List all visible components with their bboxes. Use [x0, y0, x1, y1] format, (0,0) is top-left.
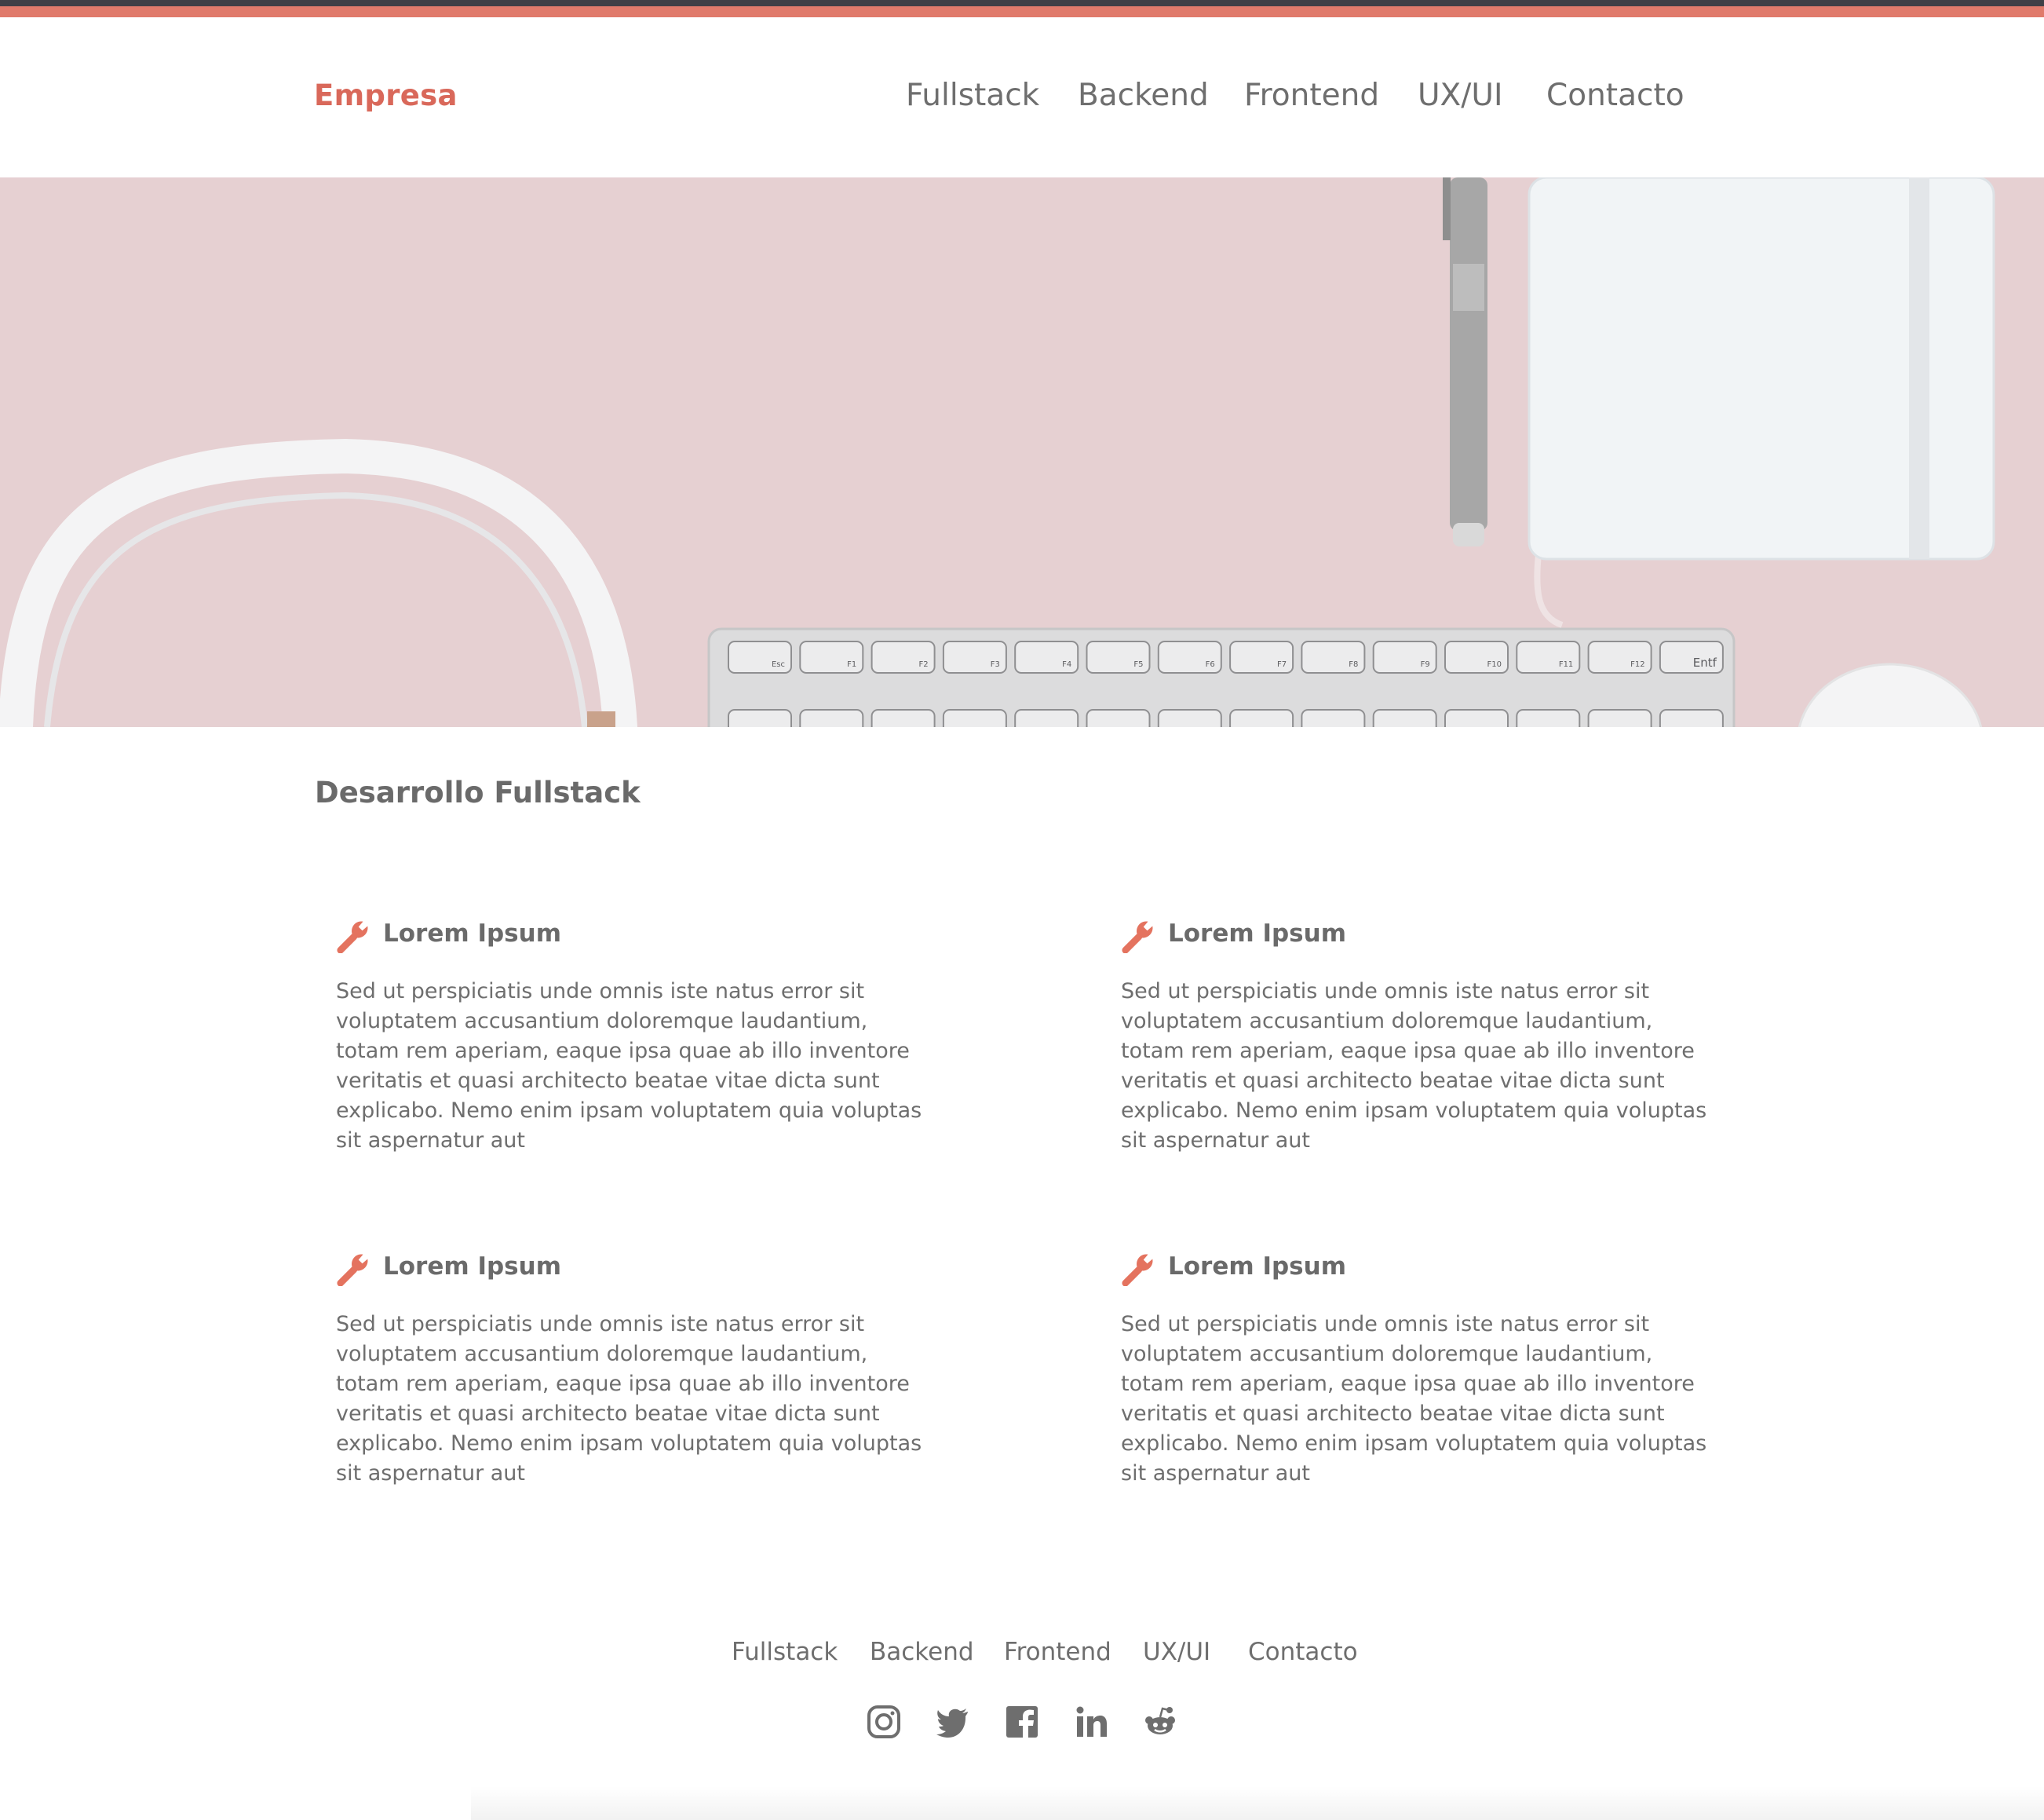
twitter-icon[interactable] [936, 1705, 970, 1739]
top-dark-strip [0, 0, 2044, 6]
keyboard-key [1587, 709, 1652, 727]
keyboard-key [1157, 709, 1222, 727]
notebook-illustration [1528, 177, 1995, 628]
feature-card: Lorem Ipsum Sed ut perspiciatis unde omn… [1121, 917, 1717, 1168]
keyboard-key [1372, 709, 1437, 727]
nav-link-uxui[interactable]: UX/UI [1418, 78, 1502, 113]
wrench-icon [1122, 921, 1153, 953]
card-text: Sed ut perspiciatis unde omnis iste natu… [336, 1312, 922, 1486]
nav-link-contacto[interactable]: Contacto [1546, 78, 1684, 113]
feature-card: Lorem Ipsum Sed ut perspiciatis unde omn… [1121, 1250, 1717, 1501]
keyboard-key [1301, 709, 1366, 727]
keyboard-key-label: F1 [847, 660, 856, 669]
keyboard-key [1229, 709, 1294, 727]
nav-link-fullstack[interactable]: Fullstack [906, 78, 1039, 113]
section-title: Desarrollo Fullstack [315, 776, 641, 809]
keyboard-key [1444, 709, 1509, 727]
wrench-icon [1122, 1254, 1153, 1286]
keyboard-key-label: Esc [772, 660, 785, 669]
card-title: Lorem Ipsum [1168, 1252, 1347, 1281]
footer-link-backend[interactable]: Backend [870, 1638, 974, 1666]
keyboard-key [799, 709, 864, 727]
feature-card: Lorem Ipsum Sed ut perspiciatis unde omn… [336, 1250, 933, 1501]
card-title: Lorem Ipsum [383, 1252, 562, 1281]
keyboard-key [871, 709, 936, 727]
linkedin-icon[interactable] [1074, 1705, 1108, 1739]
keyboard-key [1659, 709, 1724, 727]
keyboard-key-label: F10 [1487, 660, 1502, 669]
wrench-icon [337, 1254, 368, 1286]
hero-desk-illustration: Esc F1 F2 F3 F4 F5 F6 F7 F8 F9 F10 F11 F12 Entf [0, 177, 2044, 727]
keyboard-key-label: F8 [1349, 660, 1358, 669]
hero-image: Esc F1 F2 F3 F4 F5 F6 F7 F8 F9 F10 F11 F12 Entf [0, 177, 2044, 727]
instagram-icon[interactable] [867, 1705, 901, 1739]
card-text: Sed ut perspiciatis unde omnis iste natu… [336, 979, 922, 1153]
keyboard-key [728, 709, 792, 727]
page: Empresa Fullstack Backend Frontend UX/UI… [0, 0, 2044, 1820]
keyboard-illustration: Esc F1 F2 F3 F4 F5 F6 F7 F8 F9 F10 F11 F12 Entf [707, 627, 1736, 727]
site-header: Empresa Fullstack Backend Frontend UX/UI… [0, 17, 2044, 177]
keyboard-key-label: F7 [1277, 660, 1287, 669]
footer-link-uxui[interactable]: UX/UI [1143, 1638, 1210, 1666]
reddit-icon[interactable] [1143, 1705, 1177, 1739]
wrench-icon [337, 921, 368, 953]
keyboard-key-label: F5 [1133, 660, 1143, 669]
keyboard-key-label: F12 [1630, 660, 1644, 669]
card-title: Lorem Ipsum [1168, 919, 1347, 948]
keyboard-key [1014, 709, 1079, 727]
card-text: Sed ut perspiciatis unde omnis iste natu… [1121, 979, 1707, 1153]
nav-link-backend[interactable]: Backend [1078, 78, 1209, 113]
keyboard-key [1086, 709, 1151, 727]
keyboard-key [942, 709, 1007, 727]
footer-link-fullstack[interactable]: Fullstack [732, 1638, 838, 1666]
card-title: Lorem Ipsum [383, 919, 562, 948]
keyboard-key-label: F6 [1206, 660, 1215, 669]
footer-link-contacto[interactable]: Contacto [1248, 1638, 1358, 1666]
brand-logo[interactable]: Empresa [314, 79, 458, 112]
keyboard-key-label: Entf [1693, 656, 1717, 670]
keyboard-key-label: F4 [1062, 660, 1071, 669]
keyboard-key-label: F2 [918, 660, 928, 669]
keyboard-key-label: F11 [1559, 660, 1573, 669]
card-text: Sed ut perspiciatis unde omnis iste natu… [1121, 1312, 1707, 1486]
bottom-shadow [471, 1786, 2044, 1820]
nav-link-frontend[interactable]: Frontend [1244, 78, 1379, 113]
footer-link-frontend[interactable]: Frontend [1004, 1638, 1111, 1666]
facebook-icon[interactable] [1005, 1705, 1039, 1739]
keyboard-key-label: F3 [991, 660, 1000, 669]
feature-card: Lorem Ipsum Sed ut perspiciatis unde omn… [336, 917, 933, 1168]
keyboard-key [1516, 709, 1581, 727]
keyboard-key-label: F9 [1421, 660, 1430, 669]
